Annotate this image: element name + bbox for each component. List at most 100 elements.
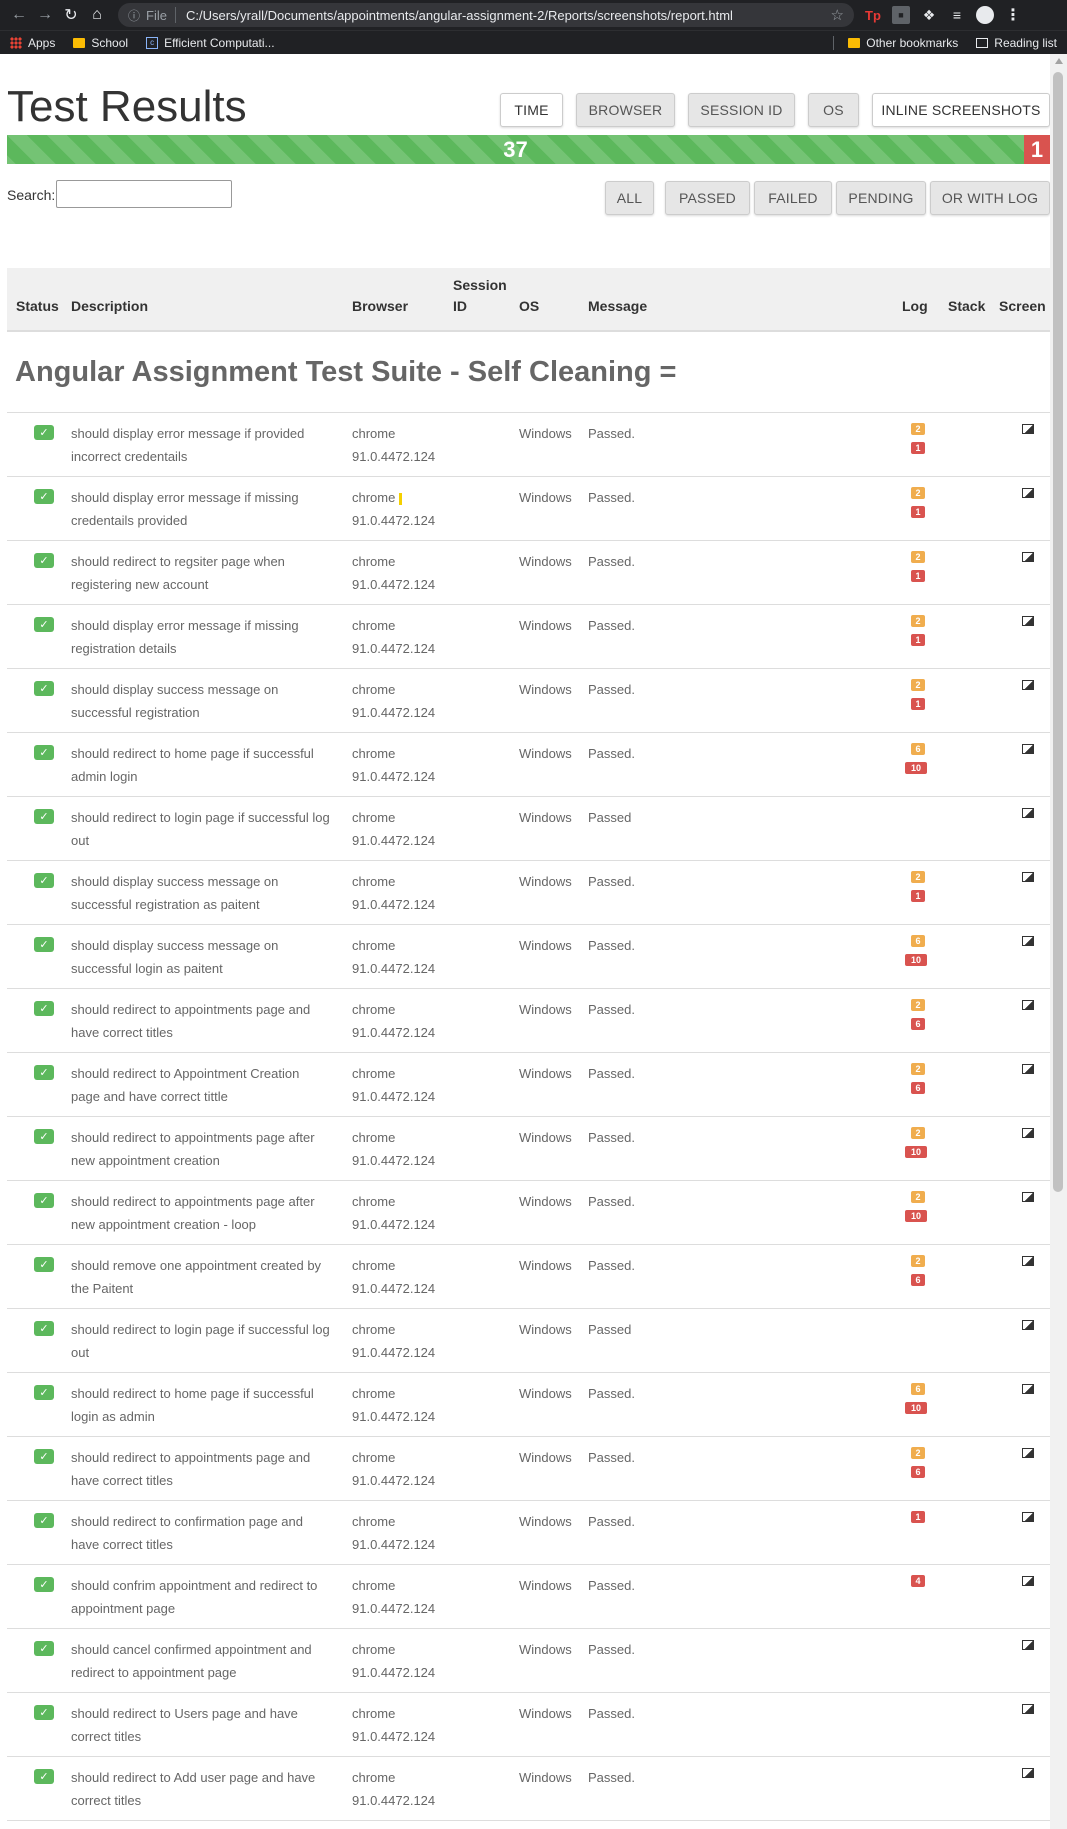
log-warning-badge[interactable]: 6: [911, 743, 925, 755]
screenshot-icon[interactable]: [1022, 424, 1034, 434]
info-icon[interactable]: ⓘ: [128, 7, 140, 24]
screenshot-icon[interactable]: [1022, 1192, 1034, 1202]
log-severe-badge[interactable]: 1: [911, 1511, 925, 1523]
column-description[interactable]: Description: [71, 298, 148, 314]
log-severe-badge[interactable]: 10: [905, 1210, 927, 1222]
extension-tp-icon[interactable]: Tp: [864, 6, 882, 24]
forward-icon[interactable]: →: [32, 3, 58, 27]
column-log[interactable]: Log: [902, 298, 928, 314]
screenshot-icon[interactable]: [1022, 808, 1034, 818]
screenshot-icon[interactable]: [1022, 744, 1034, 754]
column-message[interactable]: Message: [588, 298, 647, 314]
log-severe-badge[interactable]: 10: [905, 954, 927, 966]
screenshot-icon[interactable]: [1022, 1320, 1034, 1330]
screenshot-icon[interactable]: [1022, 872, 1034, 882]
column-session-id-line2[interactable]: ID: [453, 298, 467, 314]
screenshot-icon[interactable]: [1022, 1576, 1034, 1586]
log-warning-badge[interactable]: 2: [911, 615, 925, 627]
log-severe-badge[interactable]: 6: [911, 1082, 925, 1094]
filter-or-with-log-button[interactable]: OR WITH LOG: [930, 181, 1050, 215]
log-warning-badge[interactable]: 6: [911, 1383, 925, 1395]
page-scrollbar[interactable]: [1050, 54, 1067, 1829]
log-warning-badge[interactable]: 2: [911, 999, 925, 1011]
toggle-inline-screenshots-button[interactable]: INLINE SCREENSHOTS: [872, 93, 1050, 127]
home-icon[interactable]: ⌂: [84, 3, 110, 27]
media-control-icon[interactable]: ≡: [948, 6, 966, 24]
screenshot-icon[interactable]: [1022, 1512, 1034, 1522]
log-severe-badge[interactable]: 6: [911, 1274, 925, 1286]
log-severe-badge[interactable]: 1: [911, 442, 925, 454]
log-warning-badge[interactable]: 2: [911, 1191, 925, 1203]
log-severe-badge[interactable]: 1: [911, 570, 925, 582]
bookmark-efficient-computation[interactable]: c Efficient Computati...: [146, 36, 275, 50]
log-severe-badge[interactable]: 10: [905, 1146, 927, 1158]
extensions-puzzle-icon[interactable]: ❖: [920, 6, 938, 24]
bookmark-school[interactable]: School: [73, 36, 128, 50]
screenshot-icon[interactable]: [1022, 1768, 1034, 1778]
bookmark-other[interactable]: Other bookmarks: [848, 36, 958, 50]
column-session-id-line1[interactable]: Session: [453, 277, 507, 293]
search-input[interactable]: [56, 180, 232, 208]
screenshot-icon[interactable]: [1022, 616, 1034, 626]
log-severe-badge[interactable]: 10: [905, 762, 927, 774]
log-warning-badge[interactable]: 2: [911, 487, 925, 499]
log-warning-badge[interactable]: 2: [911, 1127, 925, 1139]
log-severe-badge[interactable]: 1: [911, 890, 925, 902]
screenshot-icon[interactable]: [1022, 936, 1034, 946]
log-severe-badge[interactable]: 4: [911, 1575, 925, 1587]
screenshot-icon[interactable]: [1022, 1704, 1034, 1714]
screenshot-icon[interactable]: [1022, 1448, 1034, 1458]
profile-avatar[interactable]: [976, 6, 994, 24]
url-text[interactable]: C:/Users/yrall/Documents/appointments/an…: [186, 8, 825, 23]
results-table-body: ✓ should display error message if provide…: [7, 412, 1050, 1821]
filter-failed-button[interactable]: FAILED: [754, 181, 832, 215]
toggle-time-button[interactable]: TIME: [500, 93, 563, 127]
log-severe-badge[interactable]: 10: [905, 1402, 927, 1414]
bookmark-star-icon[interactable]: ☆: [831, 6, 844, 24]
screenshot-icon[interactable]: [1022, 1128, 1034, 1138]
failed-count[interactable]: 1: [1024, 135, 1050, 164]
address-bar[interactable]: ⓘ File C:/Users/yrall/Documents/appointm…: [118, 3, 854, 27]
scrollbar-thumb[interactable]: [1053, 72, 1063, 1192]
screenshot-icon[interactable]: [1022, 680, 1034, 690]
log-warning-badge[interactable]: 2: [911, 1063, 925, 1075]
reload-icon[interactable]: ↻: [58, 3, 84, 27]
column-status[interactable]: Status: [16, 298, 59, 314]
log-warning-badge[interactable]: 2: [911, 423, 925, 435]
scroll-up-icon[interactable]: [1055, 58, 1063, 64]
log-warning-badge[interactable]: 2: [911, 1447, 925, 1459]
log-severe-badge[interactable]: 1: [911, 698, 925, 710]
toggle-os-button[interactable]: OS: [808, 93, 859, 127]
log-severe-badge[interactable]: 1: [911, 634, 925, 646]
toggle-browser-button[interactable]: BROWSER: [576, 93, 675, 127]
reading-list[interactable]: Reading list: [976, 36, 1057, 50]
extension-pdf-icon[interactable]: ■: [892, 6, 910, 24]
screenshot-icon[interactable]: [1022, 1256, 1034, 1266]
filter-pending-button[interactable]: PENDING: [836, 181, 926, 215]
toggle-session-id-button[interactable]: SESSION ID: [688, 93, 795, 127]
screenshot-icon[interactable]: [1022, 1384, 1034, 1394]
back-icon[interactable]: ←: [6, 3, 32, 27]
browser-menu-icon[interactable]: ⋮: [1004, 6, 1022, 24]
column-stack[interactable]: Stack: [948, 298, 985, 314]
log-severe-badge[interactable]: 1: [911, 506, 925, 518]
screenshot-icon[interactable]: [1022, 1000, 1034, 1010]
log-warning-badge[interactable]: 2: [911, 551, 925, 563]
log-severe-badge[interactable]: 6: [911, 1018, 925, 1030]
screenshot-icon[interactable]: [1022, 1064, 1034, 1074]
log-warning-badge[interactable]: 2: [911, 871, 925, 883]
passed-count[interactable]: 37: [7, 135, 1024, 164]
bookmark-apps[interactable]: Apps: [10, 36, 55, 50]
screenshot-icon[interactable]: [1022, 488, 1034, 498]
screenshot-icon[interactable]: [1022, 1640, 1034, 1650]
screenshot-icon[interactable]: [1022, 552, 1034, 562]
log-severe-badge[interactable]: 6: [911, 1466, 925, 1478]
column-os[interactable]: OS: [519, 298, 539, 314]
log-warning-badge[interactable]: 2: [911, 1255, 925, 1267]
log-warning-badge[interactable]: 2: [911, 679, 925, 691]
filter-passed-button[interactable]: PASSED: [665, 181, 750, 215]
filter-all-button[interactable]: ALL: [605, 181, 654, 215]
column-browser[interactable]: Browser: [352, 298, 408, 314]
log-warning-badge[interactable]: 6: [911, 935, 925, 947]
column-screen[interactable]: Screen: [999, 298, 1046, 314]
